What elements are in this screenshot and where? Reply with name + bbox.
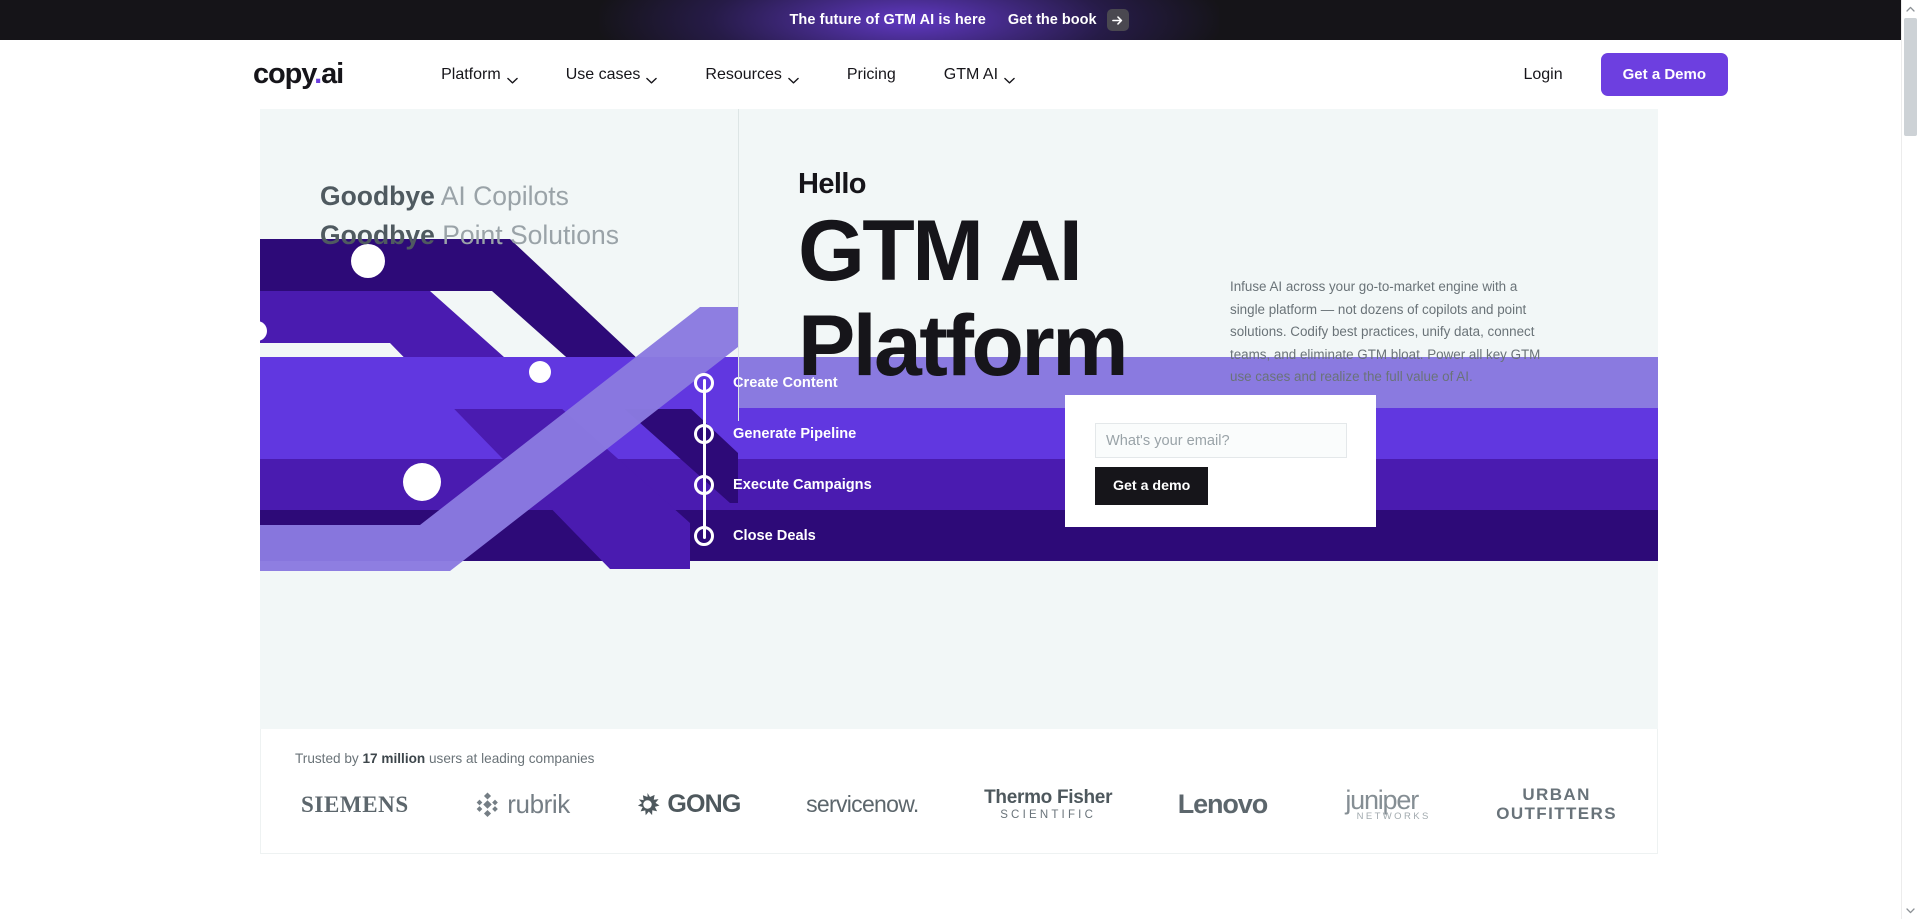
copyai-logo[interactable]: copy.ai <box>253 58 344 91</box>
nav-label: Platform <box>441 65 501 83</box>
nav-item-platform[interactable]: Platform <box>441 66 518 84</box>
hero-section: Goodbye AI Copilots Goodbye Point Soluti… <box>260 109 1658 729</box>
announcement-bar: The future of GTM AI is here Get the boo… <box>0 0 1918 40</box>
logo-lenovo: Lenovo <box>1177 789 1269 820</box>
logo-text: Thermo Fisher <box>984 786 1113 808</box>
demo-request-card: Get a demo <box>1065 395 1376 527</box>
goodbye-strong-2: Goodbye <box>320 220 435 250</box>
hello-line-1: GTM AI <box>798 203 1083 299</box>
nav-item-gtm-ai[interactable]: GTM AI <box>944 66 1015 84</box>
announcement-text: The future of GTM AI is here <box>789 12 986 28</box>
goodbye-rest-2: Point Solutions <box>434 220 619 250</box>
trusted-suffix: users at leading companies <box>425 751 595 766</box>
logo-subtext: SCIENTIFIC <box>1000 808 1097 821</box>
logo-rubrik: rubrik <box>474 789 570 820</box>
chevron-down-icon[interactable] <box>1902 902 1918 919</box>
rubrik-diamond-icon <box>474 792 500 818</box>
email-input[interactable] <box>1095 423 1347 458</box>
logo-juniper-networks: juniper NETWORKS <box>1333 787 1431 822</box>
logo-gong: GONG <box>635 790 741 819</box>
gong-burst-icon <box>635 792 660 817</box>
scrollbar-thumb[interactable] <box>1904 18 1917 136</box>
logo-text: SIEMENS <box>301 791 409 817</box>
chevron-down-icon <box>646 71 658 84</box>
goodbye-headline: Goodbye AI Copilots Goodbye Point Soluti… <box>320 177 619 255</box>
chevron-up-icon[interactable] <box>1902 0 1918 17</box>
hello-line-2: Platform <box>798 298 1129 394</box>
hero-vertical-divider <box>738 109 739 421</box>
step-label: Generate Pipeline <box>733 425 857 442</box>
chevron-down-icon <box>1004 71 1015 84</box>
main-navigation: Platform Use cases Resources Pricing GTM… <box>441 66 1015 84</box>
trusted-count: 17 million <box>362 751 426 766</box>
logo-subtext: NETWORKS <box>1356 811 1431 823</box>
hero-container: Goodbye AI Copilots Goodbye Point Soluti… <box>260 109 1658 855</box>
logo-text: URBAN <box>1522 785 1591 804</box>
announcement-link[interactable]: Get the book <box>1008 12 1097 28</box>
goodbye-line-1: Goodbye AI Copilots <box>320 177 619 216</box>
logo-text: servicenow. <box>806 791 919 818</box>
get-a-demo-button[interactable]: Get a Demo <box>1600 53 1728 96</box>
nav-item-pricing[interactable]: Pricing <box>847 66 896 84</box>
header-actions: Login Get a Demo <box>1523 53 1728 96</box>
trusted-by-section: Trusted by 17 million users at leading c… <box>260 729 1658 855</box>
logo-text: copy <box>253 58 315 90</box>
nav-label: GTM AI <box>943 65 999 83</box>
login-link[interactable]: Login <box>1523 66 1562 84</box>
step-label: Close Deals <box>733 527 816 544</box>
step-dot-icon <box>694 526 714 546</box>
step-label: Execute Campaigns <box>733 476 872 493</box>
goodbye-strong-1: Goodbye <box>320 181 435 211</box>
ribbon-graphic <box>260 239 738 579</box>
logo-suffix: ai <box>321 58 344 90</box>
page-scrollbar[interactable] <box>1901 0 1918 919</box>
logo-text: GONG <box>667 790 741 819</box>
logo-urban-outfitters: URBAN OUTFITTERS <box>1496 785 1617 823</box>
step-dot-icon <box>694 424 714 444</box>
logo-text: juniper <box>1345 785 1419 816</box>
customer-logos: SIEMENS rubrik GONG servicenow. Thermo F… <box>261 766 1657 853</box>
arrow-right-icon[interactable] <box>1106 9 1129 31</box>
logo-subtext: OUTFITTERS <box>1496 803 1617 823</box>
logo-thermo-fisher: Thermo Fisher SCIENTIFIC <box>984 788 1112 822</box>
nav-label: Resources <box>705 65 782 83</box>
hello-kicker: Hello <box>798 168 867 200</box>
hello-headline: Hello GTM AI Platform <box>798 167 1129 394</box>
get-a-demo-submit-button[interactable]: Get a demo <box>1095 467 1209 505</box>
nav-label: Pricing <box>846 65 896 83</box>
trusted-by-text: Trusted by 17 million users at leading c… <box>295 751 1657 766</box>
hero-paragraph: Infuse AI across your go-to-market engin… <box>1230 279 1541 385</box>
nav-item-use-cases[interactable]: Use cases <box>566 66 658 84</box>
chevron-down-icon <box>788 71 799 84</box>
step-dot-icon <box>694 373 714 393</box>
chevron-down-icon <box>506 71 518 84</box>
trusted-prefix: Trusted by <box>295 751 363 766</box>
nav-label: Use cases <box>565 65 641 83</box>
logo-text: Lenovo <box>1177 789 1269 820</box>
nav-item-resources[interactable]: Resources <box>705 65 799 84</box>
goodbye-rest-1: AI Copilots <box>434 181 569 211</box>
step-dot-icon <box>694 475 714 495</box>
site-header: copy.ai Platform Use cases Resources Pri… <box>0 40 1918 109</box>
logo-servicenow: servicenow. <box>806 791 919 818</box>
logo-siemens: SIEMENS <box>301 792 409 818</box>
goodbye-line-2: Goodbye Point Solutions <box>320 216 619 255</box>
logo-text: rubrik <box>507 789 570 820</box>
